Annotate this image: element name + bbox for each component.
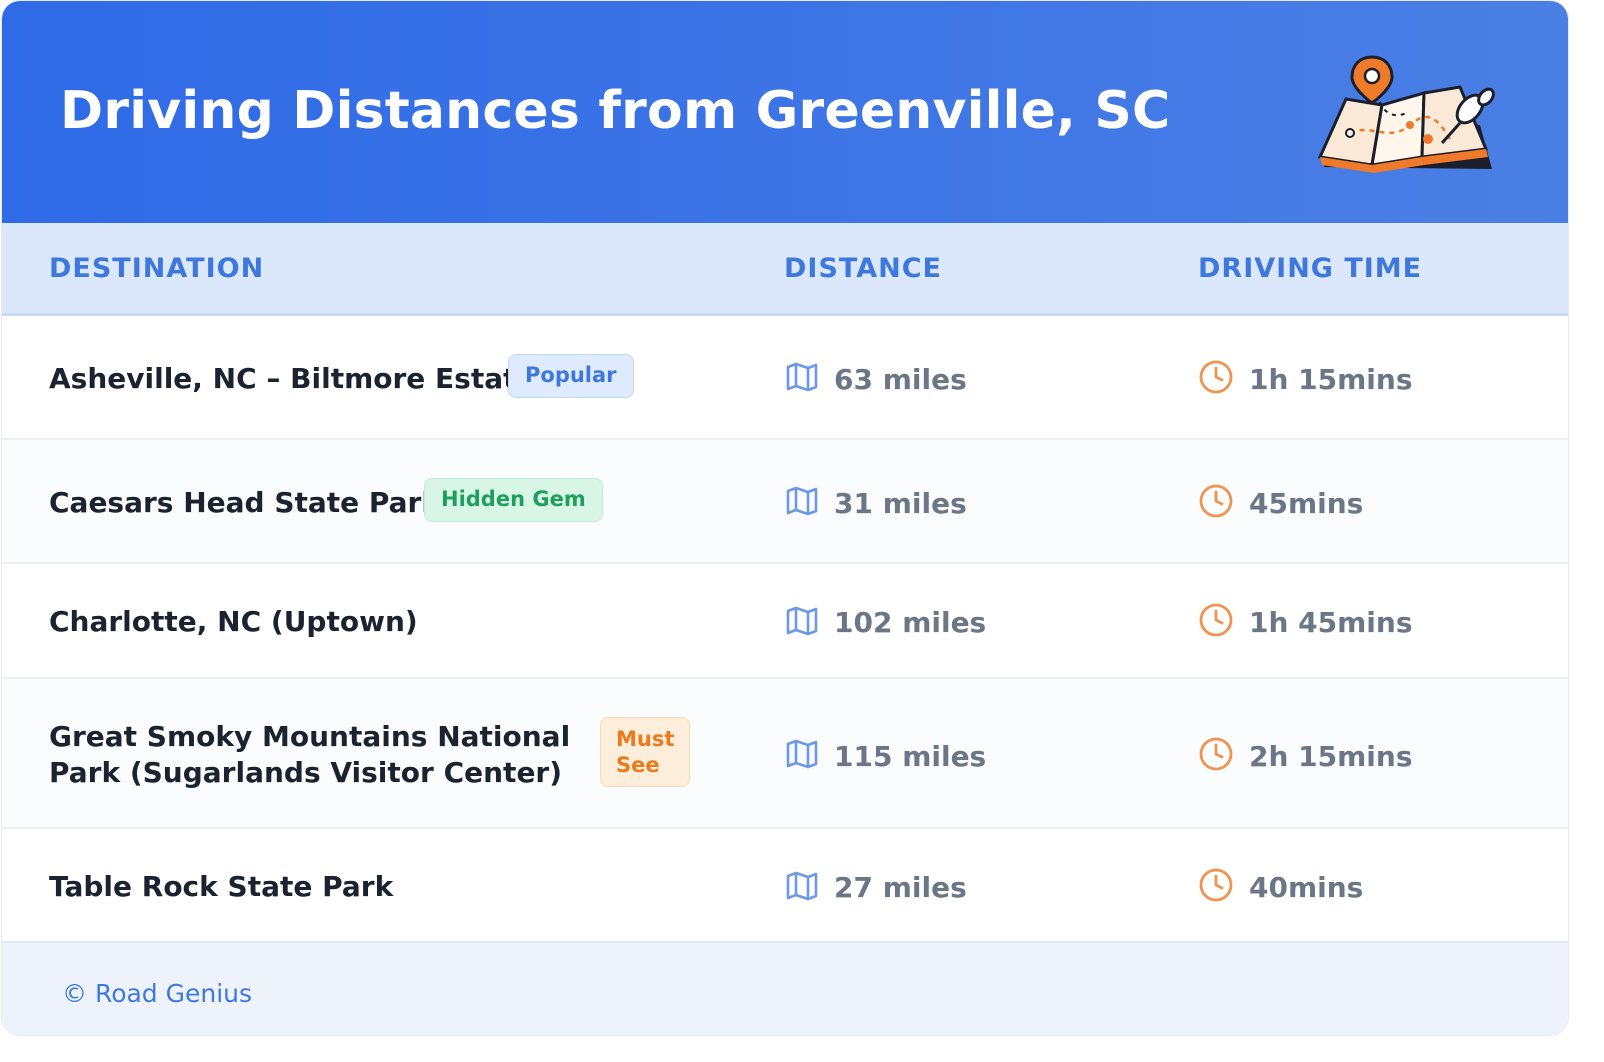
driving-time-value: 1h 15mins [1249, 363, 1413, 396]
status-badge: Must See [600, 717, 690, 787]
footer-credit-link[interactable]: © Road Genius [62, 979, 252, 1008]
driving-time-value: 40mins [1249, 871, 1364, 904]
destination-name: Charlotte, NC (Uptown) [49, 605, 418, 638]
status-badge: Hidden Gem [424, 478, 603, 522]
destination-name: Asheville, NC – Biltmore Estate [49, 362, 536, 395]
distance-value: 27 miles [834, 871, 967, 904]
distance-value: 102 miles [834, 606, 987, 639]
distance-card: Driving Distances from Greenville, SC DE… [2, 1, 1568, 1035]
card-footer: © Road Genius [2, 941, 1568, 1035]
map-icon [786, 486, 818, 516]
clock-icon [1199, 868, 1233, 902]
distance-value: 31 miles [834, 487, 967, 520]
clock-icon [1199, 603, 1233, 637]
destination-name: Table Rock State Park [49, 870, 394, 903]
map-icon [786, 606, 818, 636]
table-row: Asheville, NC – Biltmore Estate Popular … [2, 316, 1568, 440]
map-icon [786, 739, 818, 769]
clock-icon [1199, 484, 1233, 518]
distance-value: 63 miles [834, 363, 967, 396]
map-with-pins-icon [1317, 55, 1495, 173]
table-row: Caesars Head State Park Hidden Gem 31 mi… [2, 440, 1568, 564]
distance-value: 115 miles [834, 740, 987, 773]
column-header-driving-time: DRIVING TIME [1198, 253, 1423, 284]
column-header-destination: DESTINATION [49, 253, 265, 284]
map-icon [786, 871, 818, 901]
card-header: Driving Distances from Greenville, SC [2, 1, 1568, 223]
status-badge-line-2: See [616, 753, 660, 777]
driving-time-value: 45mins [1249, 487, 1364, 520]
driving-time-value: 2h 15mins [1249, 740, 1413, 773]
table-row: Table Rock State Park 27 miles 40mins [2, 829, 1568, 939]
clock-icon [1199, 737, 1233, 771]
table-row: Great Smoky Mountains National Park (Sug… [2, 679, 1568, 829]
destination-name-line-2: Park (Sugarlands Visitor Center) [49, 756, 563, 789]
status-badge: Popular [508, 354, 634, 398]
table-row: Charlotte, NC (Uptown) 102 miles 1h 45mi… [2, 564, 1568, 679]
driving-time-value: 1h 45mins [1249, 606, 1413, 639]
column-header-distance: DISTANCE [784, 253, 942, 284]
table-header: DESTINATION DISTANCE DRIVING TIME [2, 223, 1568, 316]
destination-name-line-1: Great Smoky Mountains National [49, 720, 571, 753]
destination-name: Great Smoky Mountains National Park (Sug… [49, 719, 570, 791]
status-badge-line-1: Must [616, 727, 675, 751]
clock-icon [1199, 360, 1233, 394]
page-title: Driving Distances from Greenville, SC [60, 81, 1171, 141]
destination-name: Caesars Head State Park [49, 486, 440, 519]
map-icon [786, 362, 818, 392]
